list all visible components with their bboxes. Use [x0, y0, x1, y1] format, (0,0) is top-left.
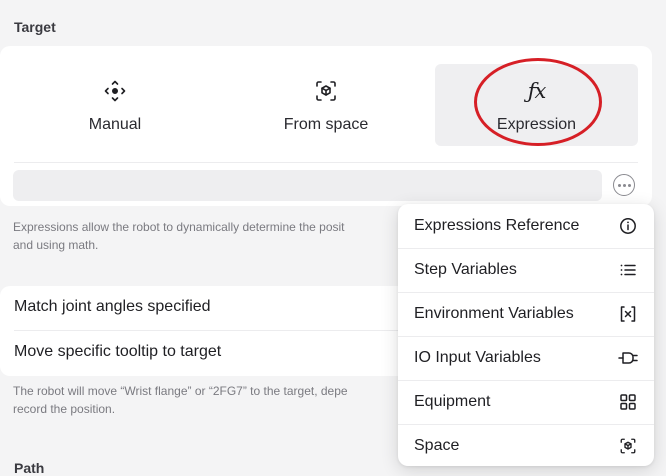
cube-scan-icon [618, 436, 638, 456]
mode-from-space-button[interactable]: From space [225, 64, 427, 146]
cube-scan-icon [314, 76, 338, 106]
mode-expression-button[interactable]: ƒx Expression [435, 64, 638, 146]
mode-from-space-label: From space [283, 116, 369, 133]
bracket-x-icon [618, 304, 638, 324]
dot-icon [617, 183, 621, 187]
grid-icon [618, 392, 638, 412]
expression-helper-text: Expressions allow the robot to dynamical… [13, 220, 345, 252]
option-match-joint-angles[interactable]: Match joint angles specified [14, 298, 211, 316]
menu-item-equipment[interactable]: Equipment [398, 380, 654, 424]
mode-manual-button[interactable]: Manual [14, 64, 216, 146]
mode-manual-label: Manual [88, 116, 142, 133]
option-move-tooltip[interactable]: Move specific tooltip to target [14, 343, 221, 361]
menu-item-label: Step Variables [414, 261, 517, 278]
dot-icon [627, 183, 631, 187]
menu-item-io-input-variables[interactable]: IO Input Variables [398, 336, 654, 380]
plug-icon [618, 348, 638, 368]
menu-item-step-variables[interactable]: Step Variables [398, 248, 654, 292]
fx-icon: ƒx [527, 76, 547, 106]
menu-item-environment-variables[interactable]: Environment Variables [398, 292, 654, 336]
info-circle-icon [618, 216, 638, 236]
menu-item-space[interactable]: Space [398, 424, 654, 468]
list-icon [618, 260, 638, 280]
tooltip-helper-text: The robot will move “Wrist flange” or “2… [13, 384, 348, 416]
expression-menu: Expressions Reference Step Variables Env… [398, 204, 654, 466]
divider [14, 330, 410, 331]
fx-glyph: ƒx [527, 79, 547, 103]
target-section-label: Target [14, 19, 56, 35]
path-section-label: Path [14, 460, 45, 476]
menu-item-label: Environment Variables [414, 305, 574, 322]
menu-item-label: IO Input Variables [414, 349, 541, 366]
menu-item-label: Expressions Reference [414, 217, 580, 234]
expression-input[interactable] [13, 170, 602, 201]
move-arrows-icon [103, 76, 127, 106]
mode-expression-label: Expression [496, 116, 577, 133]
menu-item-label: Equipment [414, 393, 491, 410]
menu-item-label: Space [414, 437, 460, 454]
more-options-button[interactable] [613, 174, 635, 196]
dot-icon [622, 183, 626, 187]
menu-item-expressions-reference[interactable]: Expressions Reference [398, 204, 654, 248]
divider [14, 162, 638, 163]
